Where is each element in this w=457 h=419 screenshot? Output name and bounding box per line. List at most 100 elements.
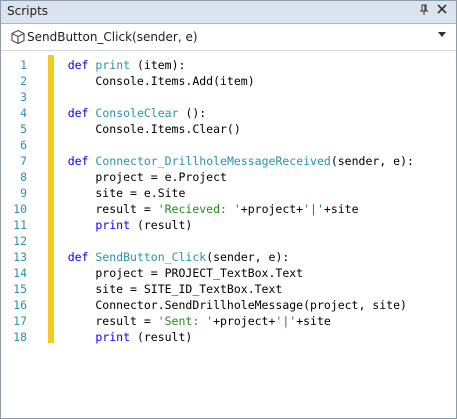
code-token: +project+ [240,202,304,216]
code-text: Console.Items.Clear() [40,121,241,137]
panel-titlebar[interactable]: Scripts [1,1,456,24]
code-text: print (result) [40,329,192,345]
line-number: 17 [13,314,27,328]
code-line[interactable]: 13 def SendButton_Click(sender, e): [1,249,456,265]
code-token: Console.Items.Add(item) [40,74,255,88]
code-token: site = e.Site [40,186,186,200]
code-text: result = 'Sent: '+project+'|'+site [40,313,331,329]
close-icon[interactable] [435,3,449,19]
line-number: 12 [13,234,27,248]
code-line[interactable]: 5 Console.Items.Clear() [1,121,456,137]
code-token: 'Sent: ' [157,314,214,328]
code-line[interactable]: 12 [1,233,456,249]
code-line[interactable]: 11 print (result) [1,217,456,233]
code-line[interactable]: 7 def Connector_DrillholeMessageReceived… [1,153,456,169]
pin-icon-glyph [420,4,428,15]
code-line[interactable]: 18 print (result) [1,329,456,345]
code-token: (result) [130,330,193,344]
code-line[interactable]: 17 result = 'Sent: '+project+'|'+site [1,313,456,329]
code-token: def [67,250,89,264]
code-line[interactable]: 8 project = e.Project [1,169,456,185]
code-token: +site [296,314,331,328]
code-line[interactable]: 4 def ConsoleClear (): [1,105,456,121]
code-token: ConsoleClear [95,106,179,120]
scripts-panel: Scripts SendButton_Click(sender, e) 1 de… [0,0,457,419]
panel-title: Scripts [7,4,49,18]
code-token: print [95,330,131,344]
line-number: 13 [13,250,27,264]
code-line[interactable]: 2 Console.Items.Add(item) [1,73,456,89]
line-number: 10 [13,202,27,216]
code-text: def SendButton_Click(sender, e): [40,249,290,265]
code-token: (result) [130,218,193,232]
line-number: 11 [13,218,27,232]
code-line[interactable]: 9 site = e.Site [1,185,456,201]
code-text: Console.Items.Add(item) [40,73,255,89]
code-token: result = [40,202,158,216]
code-text: site = e.Site [40,185,185,201]
pin-icon[interactable] [418,4,430,18]
code-line[interactable]: 16 Connector.SendDrillholeMessage(projec… [1,297,456,313]
chevron-down-icon[interactable] [438,32,446,37]
code-token: def [67,106,89,120]
member-selector-dropdown[interactable]: SendButton_Click(sender, e) [1,24,456,51]
line-number: 16 [13,298,27,312]
code-token: def [67,58,89,72]
code-text: project = e.Project [40,169,227,185]
code-token: site = SITE_ID_TextBox.Text [40,282,283,296]
line-number: 9 [20,186,27,200]
code-token: Connector_DrillholeMessageReceived [95,154,331,168]
code-token: '|' [275,314,297,328]
close-icon-glyph [437,4,447,14]
code-line[interactable]: 15 site = SITE_ID_TextBox.Text [1,281,456,297]
code-token: print [95,218,131,232]
line-number: 2 [20,74,27,88]
code-token: Connector.SendDrillholeMessage(project, … [40,298,407,312]
code-line[interactable]: 10 result = 'Recieved: '+project+'|'+sit… [1,201,456,217]
code-token: project = e.Project [40,170,227,184]
cube-icon [11,29,25,45]
code-token: result = [40,314,158,328]
line-number: 1 [20,58,27,72]
code-token: project = PROJECT_TextBox.Text [40,266,304,280]
code-token: 'Recieved: ' [157,202,241,216]
code-text: def Connector_DrillholeMessageReceived(s… [40,153,414,169]
line-number: 18 [13,330,27,344]
code-text: print (result) [40,217,192,233]
code-text: project = PROJECT_TextBox.Text [40,265,303,281]
code-token: SendButton_Click [95,250,207,264]
code-text: site = SITE_ID_TextBox.Text [40,281,282,297]
line-number: 4 [20,106,27,120]
line-number: 15 [13,282,27,296]
line-number: 6 [20,138,27,152]
code-token: (item): [130,58,186,72]
code-text: Connector.SendDrillholeMessage(project, … [40,297,407,313]
code-token: +site [323,202,359,216]
code-editor[interactable]: 1 def print (item): 2 Console.Items.Add(i… [1,51,456,418]
code-token: +project+ [213,314,276,328]
code-text: result = 'Recieved: '+project+'|'+site [40,201,359,217]
code-token: '|' [303,202,324,216]
code-line[interactable]: 6 [1,137,456,153]
line-number: 5 [20,122,27,136]
code-token: (): [178,106,207,120]
line-number: 14 [13,266,27,280]
code-token: (sender, e): [330,154,414,168]
line-number: 8 [20,170,27,184]
code-token: (sender, e): [206,250,290,264]
code-token: print [95,58,131,72]
line-number: 7 [20,154,27,168]
code-token: Console.Items.Clear() [40,122,241,136]
code-line[interactable]: 3 [1,89,456,105]
selector-value: SendButton_Click(sender, e) [27,30,198,44]
code-text: def print (item): [40,57,186,73]
code-line[interactable]: 1 def print (item): [1,57,456,73]
line-number: 3 [20,90,27,104]
code-line[interactable]: 14 project = PROJECT_TextBox.Text [1,265,456,281]
